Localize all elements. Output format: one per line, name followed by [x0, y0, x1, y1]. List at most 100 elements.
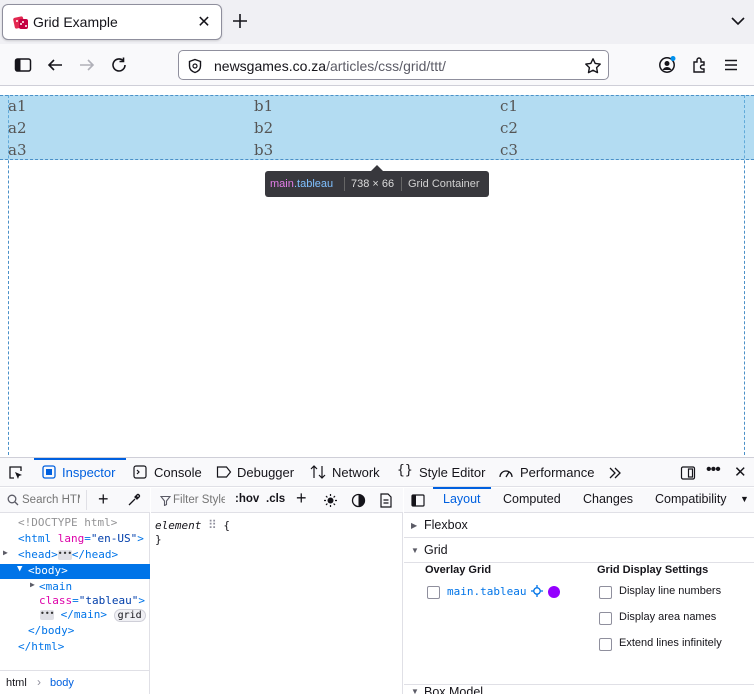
- html-close: </html>: [18, 640, 65, 653]
- extend-lines-label: Extend lines infinitely: [619, 637, 722, 649]
- section-flexbox[interactable]: ▶ Flexbox: [404, 513, 754, 538]
- rule-close-brace: }: [155, 533, 162, 546]
- reload-icon[interactable]: [110, 56, 128, 74]
- chevron-down-icon[interactable]: ▼: [740, 494, 749, 504]
- breadcrumb-body[interactable]: body: [50, 677, 74, 689]
- inline-style-icon: ⠿: [207, 518, 217, 532]
- close-tab-icon[interactable]: ✕: [195, 13, 213, 31]
- tab-inspector[interactable]: Inspector: [34, 458, 126, 487]
- sidebar-icon[interactable]: [14, 56, 32, 74]
- head-open: <head>: [18, 548, 58, 561]
- section-label: Flexbox: [424, 518, 468, 532]
- bookmark-star-icon[interactable]: [584, 57, 602, 75]
- filter-icon: [160, 495, 171, 506]
- page-viewport: a1 b1 c1 a2 b2 c2 a3 b3 c3 main .tableau…: [0, 87, 754, 457]
- breadcrumb-html[interactable]: html: [6, 677, 27, 689]
- tab-layout[interactable]: Layout: [433, 487, 490, 506]
- section-grid[interactable]: ▼ Grid: [404, 538, 754, 563]
- grid-display-settings-heading: Grid Display Settings: [597, 564, 709, 576]
- style-editor-icon: {}: [397, 463, 413, 478]
- tab-label: Style Editor: [419, 465, 486, 480]
- app-menu-icon[interactable]: [722, 56, 740, 74]
- print-media-icon[interactable]: [379, 493, 393, 508]
- markup-html-close: </html>: [18, 640, 64, 653]
- browser-tab[interactable]: Grid Example ✕: [2, 4, 222, 40]
- more-tools-chevron-icon[interactable]: [608, 466, 622, 480]
- crosshair-icon[interactable]: [531, 585, 543, 597]
- markup-doctype[interactable]: <!DOCTYPE html>: [18, 516, 117, 529]
- add-rule-icon[interactable]: +: [296, 488, 307, 509]
- body-open: <body>: [28, 564, 68, 577]
- grid-container-tableau: a1 b1 c1 a2 b2 c2 a3 b3 c3: [0, 95, 754, 160]
- url-text[interactable]: newsgames.co.za/articles/css/grid/ttt/: [214, 58, 446, 74]
- display-line-numbers-checkbox[interactable]: [599, 586, 612, 599]
- inspector-icon: [42, 465, 56, 479]
- collapsed-ellipsis[interactable]: •••: [40, 610, 54, 620]
- hov-toggle[interactable]: :hov: [235, 493, 259, 505]
- doctype-text: <!DOCTYPE html>: [18, 516, 118, 529]
- expand-twisty-icon[interactable]: ▶: [30, 580, 35, 589]
- tab-console[interactable]: Console: [126, 458, 208, 487]
- breadcrumb-separator-icon: ›: [37, 675, 41, 689]
- tracking-protection-shield-icon[interactable]: [187, 58, 203, 74]
- cls-toggle[interactable]: .cls: [266, 493, 285, 505]
- light-scheme-icon[interactable]: [323, 493, 338, 508]
- dark-scheme-icon[interactable]: [351, 493, 366, 508]
- grid-cell-b3: b3: [254, 141, 274, 159]
- close-devtools-icon[interactable]: ✕: [734, 463, 747, 481]
- markup-main-node[interactable]: ▶ <main: [30, 580, 72, 593]
- html-tag: <html: [18, 532, 58, 545]
- collapsed-ellipsis[interactable]: •••: [57, 550, 72, 560]
- account-icon[interactable]: [658, 56, 676, 74]
- collapse-twisty-icon: ▼: [411, 687, 419, 694]
- grid-cell-a3: a3: [8, 141, 27, 159]
- back-icon[interactable]: [46, 56, 64, 74]
- search-html-input[interactable]: [22, 492, 80, 508]
- element-picker-icon[interactable]: [8, 465, 24, 481]
- tab-performance[interactable]: Performance: [490, 458, 600, 487]
- url-bar[interactable]: newsgames.co.za/articles/css/grid/ttt/: [178, 50, 609, 80]
- responsive-design-icon[interactable]: [680, 465, 696, 481]
- grid-badge[interactable]: grid: [113, 609, 146, 622]
- markup-body-node[interactable]: ▼ <body>: [0, 564, 150, 579]
- filter-styles-input[interactable]: [173, 492, 225, 508]
- tab-changes[interactable]: Changes: [583, 492, 633, 506]
- tab-computed[interactable]: Computed: [503, 492, 561, 506]
- head-close: </head>: [71, 548, 119, 561]
- markup-html-node[interactable]: <html lang="en-US">: [18, 532, 144, 545]
- tab-label: Inspector: [62, 465, 116, 480]
- eyedropper-icon[interactable]: [127, 493, 141, 507]
- infobar-separator: [344, 177, 345, 191]
- display-line-numbers-label: Display line numbers: [619, 585, 722, 597]
- section-box-model[interactable]: ▼ Box Model: [404, 684, 754, 694]
- overlay-grid-item[interactable]: main.tableau: [447, 585, 526, 598]
- tab-network[interactable]: Network: [302, 458, 388, 487]
- html-tag-close: >: [137, 532, 144, 545]
- tab-compatibility[interactable]: Compatibility: [655, 492, 727, 506]
- class-value: "tableau": [78, 594, 139, 607]
- lang-attr: lang: [57, 532, 85, 545]
- extensions-icon[interactable]: [690, 56, 708, 74]
- display-area-names-checkbox[interactable]: [599, 612, 612, 625]
- rule-selector: element: [155, 519, 202, 532]
- rule-selector-line: element ⠿ {: [155, 518, 230, 532]
- rule-open-brace: {: [223, 519, 231, 532]
- tab-debugger[interactable]: Debugger: [208, 458, 302, 487]
- rules-panel: :hov .cls + element ⠿ { }: [151, 488, 403, 694]
- markup-panel: + <!DOCTYPE html> <html lang="en-US"> ▶ <…: [0, 488, 150, 694]
- collapse-twisty-icon[interactable]: ▼: [17, 564, 22, 574]
- grid-color-swatch[interactable]: [548, 586, 560, 598]
- devtools-menu-icon[interactable]: •••: [706, 461, 721, 479]
- extend-lines-checkbox[interactable]: [599, 638, 612, 651]
- list-all-tabs-icon[interactable]: [730, 13, 746, 29]
- toggle-sidebar-icon[interactable]: [411, 494, 425, 507]
- grid-cell-c1: c1: [500, 97, 518, 115]
- url-path: /articles/css/grid/ttt/: [326, 58, 446, 74]
- tab-style-editor[interactable]: {} Style Editor: [388, 458, 490, 487]
- new-tab-icon[interactable]: [230, 11, 250, 31]
- expand-twisty-icon[interactable]: ▶: [3, 548, 8, 557]
- overlay-grid-checkbox[interactable]: [427, 586, 440, 599]
- markup-head-node[interactable]: ▶ <head>•••</head>: [3, 548, 119, 561]
- tab-label: Performance: [520, 465, 595, 480]
- add-node-icon[interactable]: +: [98, 489, 109, 510]
